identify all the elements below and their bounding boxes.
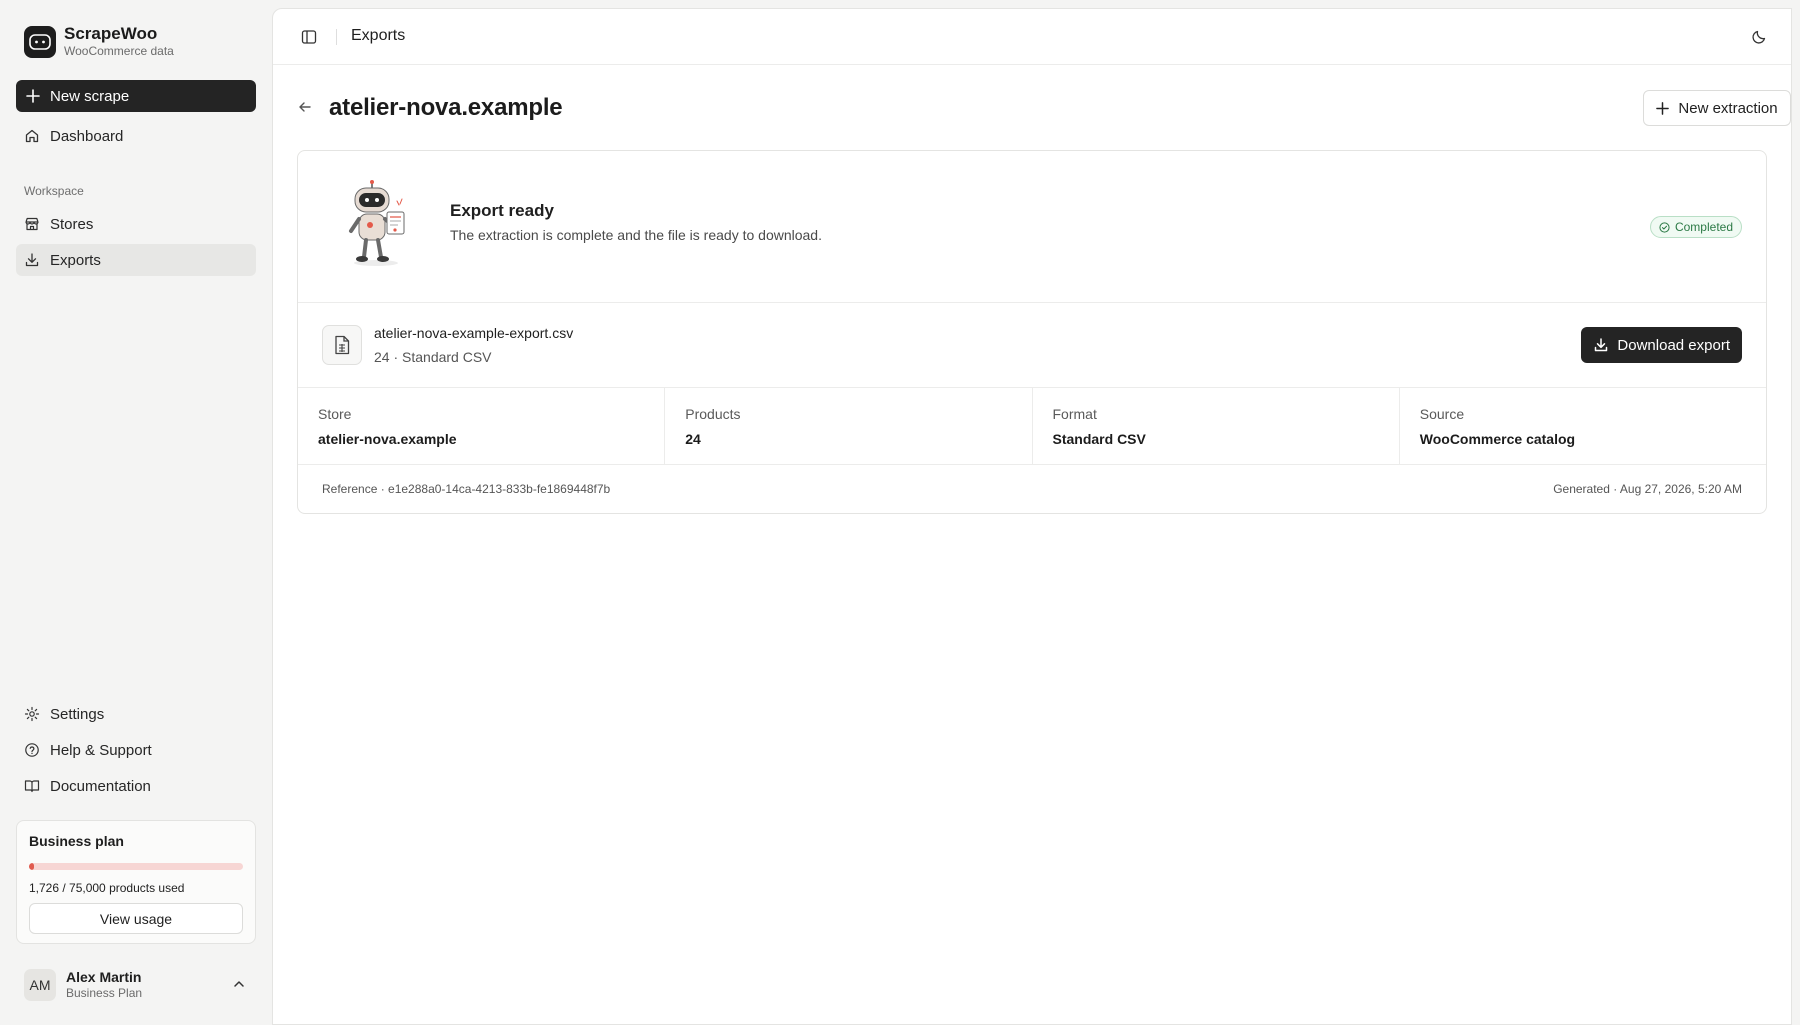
user-menu[interactable]: AM Alex Martin Business Plan bbox=[16, 963, 256, 1007]
sidebar-item-settings[interactable]: Settings bbox=[16, 698, 256, 730]
file-spreadsheet-icon bbox=[322, 325, 362, 365]
gear-icon bbox=[24, 706, 40, 722]
check-circle-icon bbox=[1659, 221, 1670, 233]
new-scrape-button[interactable]: New scrape bbox=[16, 80, 256, 112]
divider bbox=[336, 29, 337, 45]
app-root: ScrapeWoo WooCommerce data New scrape Da… bbox=[0, 0, 1800, 1025]
stat-label: Store bbox=[318, 406, 352, 422]
export-stats: Store atelier-nova.example Products 24 F… bbox=[298, 388, 1766, 465]
export-status-title: Export ready bbox=[450, 201, 554, 220]
plus-icon bbox=[26, 89, 40, 103]
usage-progress-bar bbox=[29, 863, 243, 870]
sidebar-item-dashboard[interactable]: Dashboard bbox=[16, 120, 256, 152]
stat-value: 24 bbox=[685, 431, 701, 447]
download-export-label: Download export bbox=[1617, 336, 1730, 354]
section-label-workspace: Workspace bbox=[24, 184, 84, 198]
status-badge: Completed bbox=[1649, 216, 1742, 238]
export-card: Export ready The extraction is complete … bbox=[297, 150, 1767, 514]
stat-label: Source bbox=[1419, 406, 1465, 422]
export-status-header: Export ready The extraction is complete … bbox=[298, 151, 1766, 303]
usage-progress-fill bbox=[29, 863, 34, 870]
sidebar-item-exports[interactable]: Exports bbox=[16, 244, 256, 276]
robot-illustration bbox=[349, 180, 405, 266]
export-generated-time: Generated · Aug 27, 2026, 5:20 AM bbox=[1553, 482, 1742, 496]
user-name: Alex Martin bbox=[66, 969, 142, 985]
home-icon bbox=[25, 129, 39, 143]
view-usage-button[interactable]: View usage bbox=[29, 903, 243, 934]
sidebar-item-label: Stores bbox=[50, 215, 94, 233]
new-extraction-button[interactable]: New extraction bbox=[1643, 90, 1791, 126]
stat-value: atelier-nova.example bbox=[318, 431, 457, 447]
sidebar-item-label: Documentation bbox=[50, 777, 151, 795]
topbar: Exports bbox=[273, 9, 1791, 65]
plus-icon bbox=[1656, 101, 1670, 115]
user-plan: Business Plan bbox=[66, 986, 143, 1000]
plan-usage-text: 1,726 / 75,000 products used bbox=[29, 881, 185, 895]
stat-label: Format bbox=[1052, 406, 1097, 422]
download-export-button[interactable]: Download export bbox=[1581, 327, 1742, 363]
brand[interactable]: ScrapeWoo WooCommerce data bbox=[24, 24, 174, 59]
avatar: AM bbox=[24, 969, 56, 1001]
brand-subtitle: WooCommerce data bbox=[64, 44, 174, 58]
sidebar: ScrapeWoo WooCommerce data New scrape Da… bbox=[0, 0, 272, 1025]
plan-card: Business plan 1,726 / 75,000 products us… bbox=[16, 820, 256, 944]
page-title: atelier-nova.example bbox=[329, 94, 563, 121]
stat-source: Source WooCommerce catalog bbox=[1400, 388, 1766, 464]
help-circle-icon bbox=[25, 743, 39, 757]
store-icon bbox=[25, 217, 39, 231]
status-badge-label: Completed bbox=[1674, 220, 1733, 234]
export-file-row: atelier-nova-example-export.csv 24 · Sta… bbox=[298, 303, 1766, 388]
plan-title: Business plan bbox=[29, 833, 124, 849]
sidebar-toggle-icon[interactable] bbox=[301, 29, 317, 45]
sidebar-item-stores[interactable]: Stores bbox=[16, 208, 256, 240]
sidebar-item-documentation[interactable]: Documentation bbox=[16, 770, 256, 802]
moon-icon[interactable] bbox=[1751, 29, 1767, 45]
export-footer: Reference · e1e288a0-14ca-4213-833b-fe18… bbox=[298, 465, 1766, 513]
stat-value: WooCommerce catalog bbox=[1419, 431, 1576, 447]
stat-store: Store atelier-nova.example bbox=[298, 388, 666, 464]
file-meta: 24 · Standard CSV bbox=[374, 349, 492, 365]
sidebar-item-help[interactable]: Help & Support bbox=[16, 734, 256, 766]
stat-products: Products 24 bbox=[665, 388, 1033, 464]
download-icon bbox=[1595, 338, 1608, 352]
robot-logo-icon bbox=[24, 25, 56, 58]
sidebar-item-label: Settings bbox=[50, 705, 105, 723]
chevron-up-icon bbox=[234, 981, 244, 987]
export-status-description: The extraction is complete and the file … bbox=[450, 227, 822, 243]
download-icon bbox=[25, 253, 39, 267]
stat-value: Standard CSV bbox=[1052, 431, 1146, 447]
main-panel: Exports atelier-nova.example New extract… bbox=[272, 8, 1792, 1025]
book-icon bbox=[24, 780, 40, 793]
back-arrow-icon[interactable] bbox=[297, 99, 313, 115]
sidebar-item-label: Help & Support bbox=[50, 741, 152, 759]
breadcrumb: Exports bbox=[351, 27, 406, 44]
sidebar-item-label: Dashboard bbox=[50, 127, 124, 145]
new-extraction-label: New extraction bbox=[1678, 99, 1778, 117]
file-name: atelier-nova-example-export.csv bbox=[374, 325, 574, 341]
stat-format: Format Standard CSV bbox=[1033, 388, 1400, 464]
sidebar-item-label: Exports bbox=[50, 251, 101, 269]
export-reference: Reference · e1e288a0-14ca-4213-833b-fe18… bbox=[322, 482, 611, 496]
stat-label: Products bbox=[685, 406, 741, 422]
brand-name: ScrapeWoo bbox=[64, 24, 158, 43]
new-scrape-label: New scrape bbox=[50, 87, 130, 105]
